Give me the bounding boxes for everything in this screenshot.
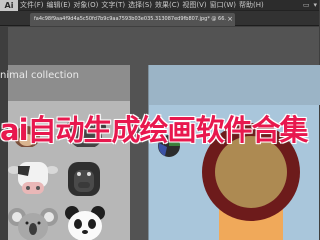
gorilla-icon: [68, 162, 100, 196]
menu-window[interactable]: 窗口(W): [210, 0, 236, 11]
menu-object[interactable]: 对象(O): [73, 0, 98, 11]
artboard-animal-collection[interactable]: [8, 65, 130, 240]
menu-view[interactable]: 视图(V): [182, 0, 206, 11]
artboard-title: nimal collection: [0, 70, 79, 81]
document-tab-bar: fa4c98f9aa4f9d4a5c50fd7b9c9aa7593b03e035…: [0, 11, 319, 26]
menu-items: 文件(F) 编辑(E) 对象(O) 文字(T) 选择(S) 效果(C) 视图(V…: [20, 0, 264, 11]
document-tab-title: fa4c98f9aa4f9d4a5c50fd7b9c9aa7593b03e035…: [34, 16, 226, 22]
menu-file[interactable]: 文件(F): [20, 0, 44, 11]
panda-icon: [65, 206, 105, 240]
app-logo-icon[interactable]: Ai: [0, 0, 18, 11]
menu-bar: Ai 文件(F) 编辑(E) 对象(O) 文字(T) 选择(S) 效果(C) 视…: [0, 0, 319, 11]
menu-type[interactable]: 文字(T): [101, 0, 125, 11]
workspace-switcher-icon[interactable]: ▭: [303, 0, 310, 11]
menu-right-controls: ▭ ▾: [303, 0, 317, 11]
artboard-right-band: [149, 65, 320, 105]
overlay-caption: ai自动生成绘画软件合集: [0, 107, 319, 147]
document-tab[interactable]: fa4c98f9aa4f9d4a5c50fd7b9c9aa7593b03e035…: [30, 13, 235, 26]
menu-select[interactable]: 选择(S): [128, 0, 152, 11]
cow-icon: [8, 162, 58, 194]
koala-icon: [8, 208, 58, 240]
menu-effect[interactable]: 效果(C): [155, 0, 179, 11]
menu-help[interactable]: 帮助(H): [239, 0, 264, 11]
menu-edit[interactable]: 编辑(E): [47, 0, 71, 11]
close-icon[interactable]: ×: [227, 13, 233, 26]
artboard-right[interactable]: [148, 65, 320, 240]
caption-text: ai自动生成绘画软件合集: [0, 113, 309, 147]
chevron-down-icon[interactable]: ▾: [313, 0, 317, 11]
